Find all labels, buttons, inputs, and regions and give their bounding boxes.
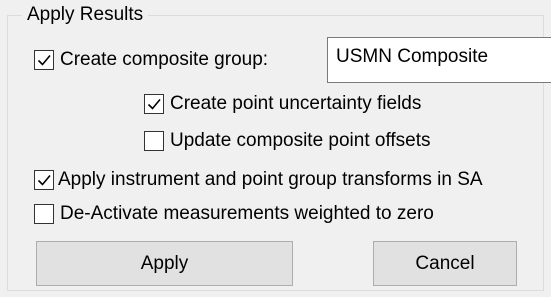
checkmark-icon	[147, 98, 161, 110]
deactivate-zero-checkbox[interactable]	[34, 204, 54, 224]
apply-transforms-option[interactable]: Apply instrument and point group transfo…	[34, 167, 483, 193]
apply-button[interactable]: Apply	[36, 241, 293, 286]
deactivate-zero-label: De-Activate measurements weighted to zer…	[60, 203, 434, 224]
update-offsets-checkbox[interactable]	[144, 131, 164, 151]
deactivate-zero-option[interactable]: De-Activate measurements weighted to zer…	[34, 201, 434, 227]
update-offsets-option[interactable]: Update composite point offsets	[144, 128, 431, 154]
apply-transforms-checkbox[interactable]	[34, 170, 54, 190]
composite-name-field[interactable]: USMN Composite	[327, 37, 551, 83]
group-title: Apply Results	[22, 4, 149, 26]
apply-transforms-label: Apply instrument and point group transfo…	[58, 169, 483, 190]
checkmark-icon	[37, 54, 51, 66]
cancel-button[interactable]: Cancel	[373, 241, 517, 286]
create-composite-checkbox[interactable]	[34, 50, 54, 70]
checkmark-icon	[37, 174, 51, 186]
create-composite-option[interactable]: Create composite group:	[34, 47, 268, 73]
create-uncertainty-option[interactable]: Create point uncertainty fields	[144, 91, 421, 117]
create-uncertainty-label: Create point uncertainty fields	[170, 93, 422, 114]
create-composite-label: Create composite group:	[60, 49, 269, 70]
create-uncertainty-checkbox[interactable]	[144, 94, 164, 114]
update-offsets-label: Update composite point offsets	[170, 130, 431, 151]
